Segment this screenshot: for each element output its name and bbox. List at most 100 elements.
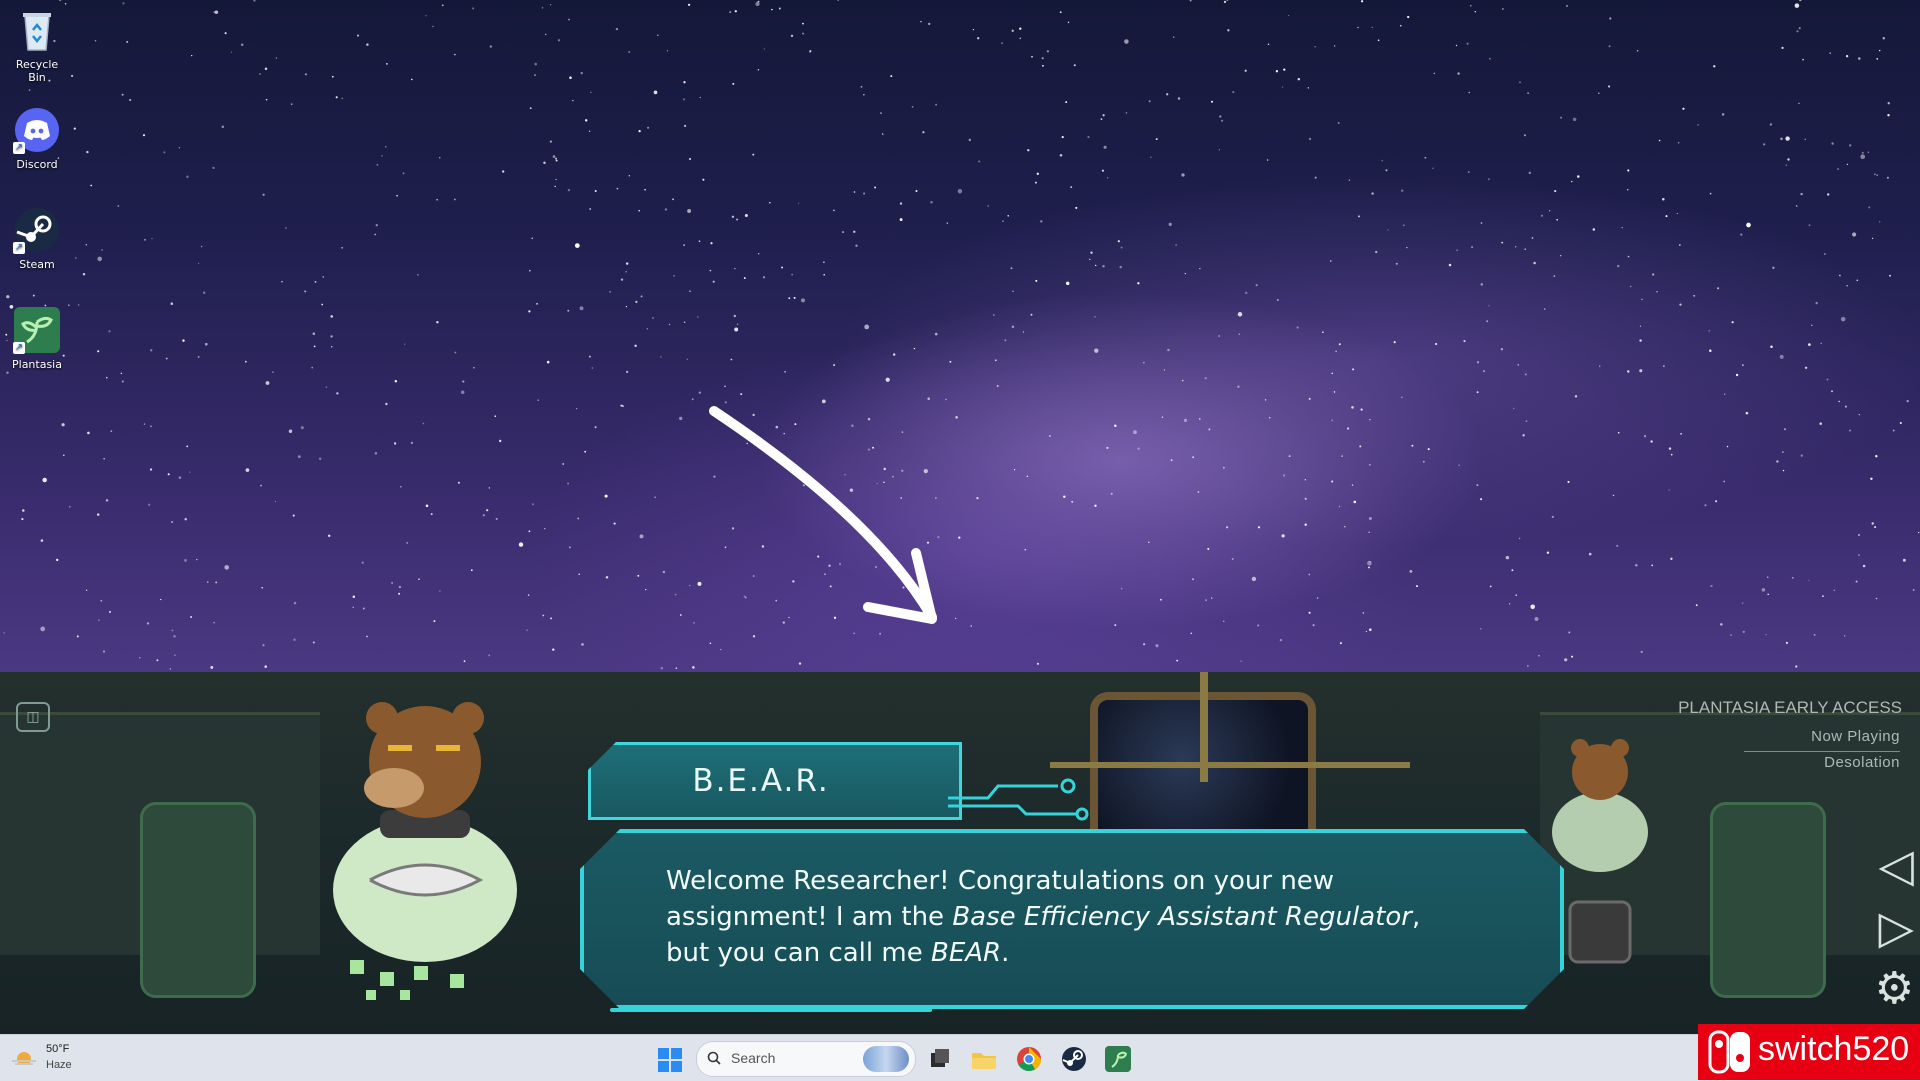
star — [526, 629, 528, 631]
star — [1257, 624, 1260, 627]
star — [1314, 176, 1317, 179]
star — [1791, 576, 1794, 579]
star — [1022, 331, 1025, 333]
star — [949, 360, 952, 363]
star — [6, 371, 9, 374]
star — [473, 366, 475, 369]
star — [117, 205, 120, 207]
star — [322, 276, 324, 278]
star — [1046, 50, 1049, 53]
star — [32, 294, 35, 297]
star — [1137, 447, 1140, 450]
star — [1515, 594, 1517, 596]
star — [96, 513, 100, 516]
pipe — [1050, 762, 1410, 768]
steam-icon[interactable] — [1060, 1045, 1088, 1073]
star — [1906, 399, 1909, 403]
star — [970, 625, 972, 627]
star — [1540, 214, 1544, 217]
taskbar-search-box[interactable]: Search — [696, 1041, 916, 1077]
star — [1695, 604, 1698, 607]
star — [664, 208, 668, 211]
star — [692, 666, 695, 669]
camera-icon[interactable]: ◫ — [16, 702, 50, 732]
desktop-icon-discord[interactable]: ↗ Discord — [6, 106, 68, 171]
star — [958, 536, 961, 539]
dialogue-box[interactable]: Welcome Researcher! Congratulations on y… — [580, 829, 1564, 1009]
star — [922, 131, 925, 134]
star — [262, 193, 265, 196]
star — [77, 304, 80, 306]
star — [1368, 516, 1372, 521]
star — [1693, 294, 1696, 297]
star — [687, 3, 691, 6]
desktop-icon-recycle-bin[interactable]: Recycle Bin — [6, 6, 68, 84]
star — [1874, 173, 1876, 176]
star — [1474, 11, 1476, 13]
star — [1831, 142, 1834, 145]
star — [454, 53, 456, 56]
star — [184, 558, 187, 562]
previous-track-button[interactable]: ◁ — [1879, 842, 1914, 888]
circuit-decoration — [948, 778, 1089, 821]
desktop-icon-steam[interactable]: ↗ Steam — [6, 206, 68, 271]
star — [580, 71, 583, 75]
star — [281, 280, 283, 283]
star — [1393, 341, 1396, 344]
plantasia-icon[interactable] — [1104, 1045, 1132, 1073]
star — [1875, 597, 1878, 600]
star — [265, 381, 270, 385]
star — [1287, 14, 1290, 17]
star — [288, 429, 293, 433]
file-explorer-icon[interactable] — [970, 1045, 998, 1073]
star — [1723, 480, 1726, 483]
star — [1351, 484, 1354, 486]
star — [591, 367, 594, 369]
star — [567, 482, 570, 485]
star — [554, 185, 556, 188]
star — [621, 405, 624, 408]
star — [1839, 274, 1841, 277]
star — [689, 290, 691, 292]
star — [1148, 541, 1150, 544]
star — [1794, 3, 1800, 8]
settings-gear-icon[interactable]: ⚙ — [1875, 966, 1914, 1012]
star — [1101, 169, 1104, 172]
star — [178, 476, 182, 479]
star — [275, 57, 278, 59]
star — [1892, 429, 1895, 432]
star — [542, 614, 545, 617]
star — [167, 473, 170, 476]
star — [1887, 102, 1890, 105]
next-track-button[interactable]: ▷ — [1879, 904, 1914, 950]
star — [729, 11, 732, 14]
star — [549, 140, 553, 143]
star — [1007, 214, 1010, 217]
start-icon[interactable] — [657, 1047, 683, 1073]
plantasia-game-window[interactable]: ◫ B.E.A.R. Welcome Researcher! Congratul… — [0, 672, 1920, 1034]
star — [635, 300, 638, 304]
star — [56, 558, 59, 562]
star — [1482, 369, 1486, 373]
star — [639, 534, 644, 539]
star — [1031, 55, 1033, 58]
star — [736, 323, 739, 325]
star — [863, 192, 866, 195]
star — [1371, 192, 1374, 195]
star — [1367, 560, 1372, 566]
star — [122, 2, 125, 5]
star — [1471, 246, 1474, 249]
desktop-icon-plantasia[interactable]: ↗ Plantasia — [6, 306, 68, 371]
star — [752, 635, 756, 638]
starfield — [3, 0, 1920, 670]
star — [260, 484, 262, 487]
star — [882, 133, 884, 135]
task-view-icon[interactable] — [925, 1045, 953, 1073]
chrome-icon[interactable] — [1015, 1045, 1043, 1073]
star — [1331, 372, 1333, 375]
star — [1858, 554, 1860, 556]
star — [1304, 523, 1307, 526]
star — [102, 650, 106, 653]
star — [1257, 526, 1261, 529]
star — [1034, 181, 1037, 184]
